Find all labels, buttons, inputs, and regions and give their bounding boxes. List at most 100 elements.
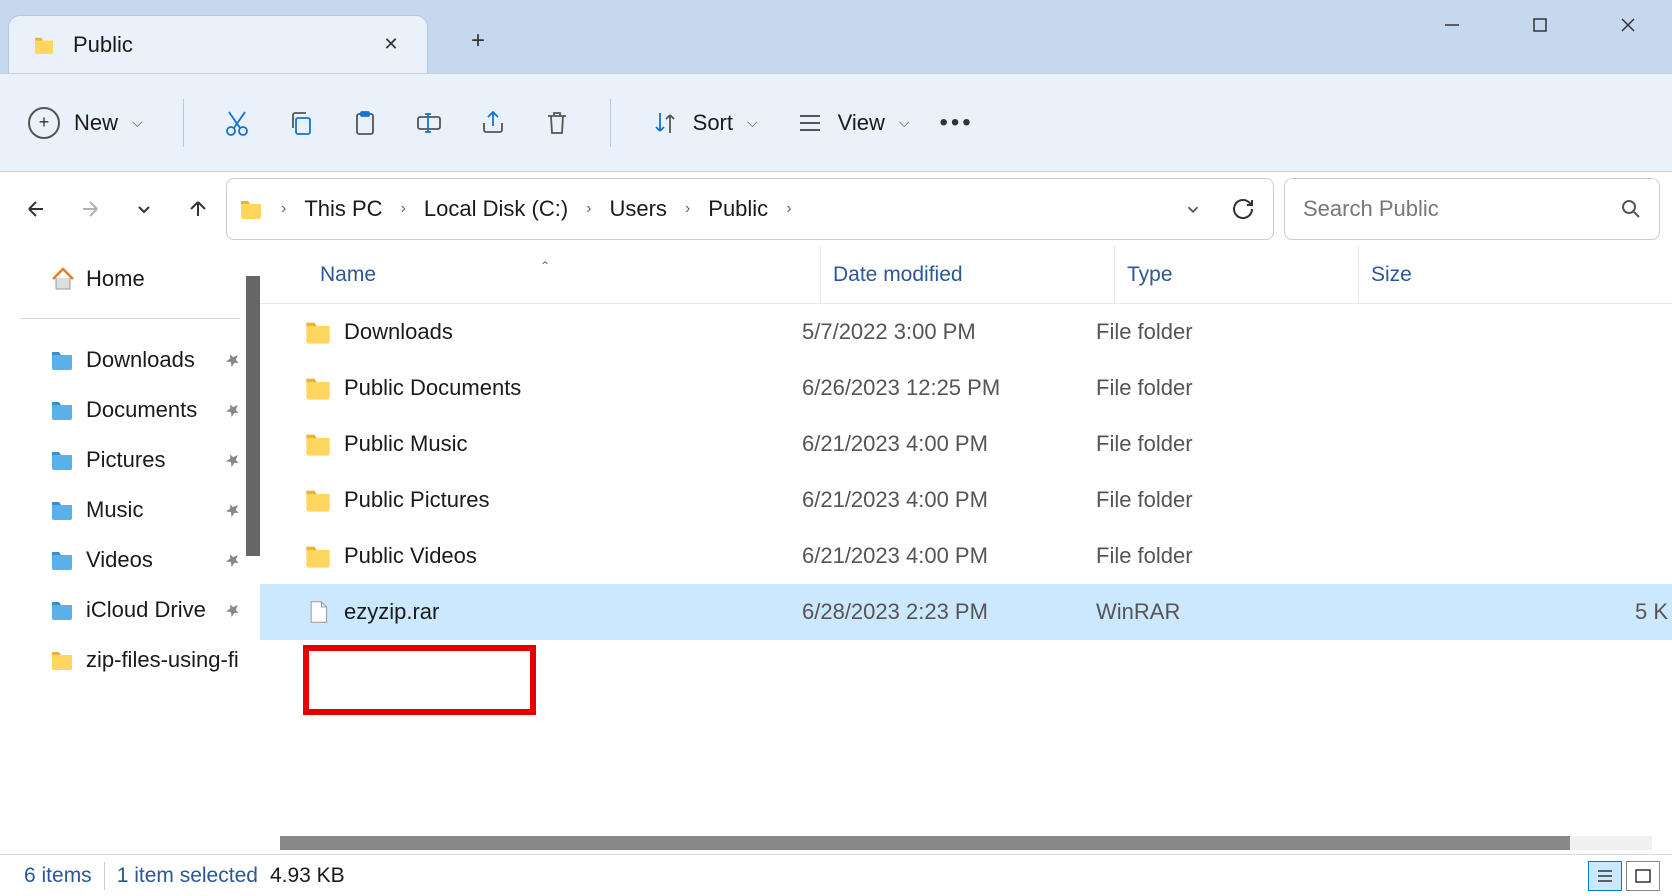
copy-button[interactable] — [272, 99, 330, 147]
file-row[interactable]: Public Videos 6/21/2023 4:00 PM File fol… — [260, 528, 1672, 584]
pin-icon — [220, 447, 245, 472]
share-icon — [479, 109, 507, 137]
close-icon — [1618, 15, 1638, 35]
column-header-name[interactable]: Name ⌃ — [320, 263, 820, 287]
sidebar-item-label: Downloads — [86, 347, 212, 373]
back-button[interactable] — [18, 191, 54, 227]
chevron-right-icon[interactable]: › — [395, 200, 412, 218]
address-bar[interactable]: › This PC › Local Disk (C:) › Users › Pu… — [226, 178, 1274, 240]
sort-button[interactable]: Sort ⌵ — [635, 99, 774, 147]
folder-icon — [50, 400, 74, 420]
arrow-right-icon — [78, 197, 102, 221]
chevron-down-icon: ⌵ — [132, 114, 143, 131]
share-button[interactable] — [464, 99, 522, 147]
forward-button[interactable] — [72, 191, 108, 227]
cell-type: File folder — [1096, 431, 1340, 457]
horizontal-scrollbar[interactable] — [280, 836, 1652, 850]
search-bar[interactable] — [1284, 178, 1660, 240]
file-row[interactable]: Public Pictures 6/21/2023 4:00 PM File f… — [260, 472, 1672, 528]
sidebar-scrollbar[interactable] — [246, 276, 260, 556]
breadcrumb-item[interactable]: This PC — [296, 192, 390, 226]
cut-button[interactable] — [208, 99, 266, 147]
details-view-button[interactable] — [1588, 861, 1622, 891]
cell-name: ezyzip.rar — [300, 599, 802, 625]
toolbar-separator — [610, 99, 611, 147]
delete-button[interactable] — [528, 99, 586, 147]
tab-public[interactable]: Public ✕ — [8, 15, 428, 73]
chevron-right-icon[interactable]: › — [780, 200, 797, 218]
maximize-icon — [1530, 15, 1550, 35]
sidebar-item[interactable]: Music — [0, 485, 260, 535]
view-button[interactable]: View ⌵ — [780, 99, 926, 147]
sidebar-home[interactable]: Home — [0, 256, 260, 302]
pin-icon — [220, 397, 245, 422]
sidebar-item[interactable]: Documents — [0, 385, 260, 435]
chevron-right-icon[interactable]: › — [580, 200, 597, 218]
folder-icon — [239, 199, 263, 219]
cell-type: File folder — [1096, 487, 1340, 513]
folder-icon — [50, 600, 74, 620]
breadcrumb: › This PC › Local Disk (C:) › Users › Pu… — [239, 192, 1169, 226]
file-row[interactable]: Public Music 6/21/2023 4:00 PM File fold… — [260, 416, 1672, 472]
toolbar: + New ⌵ Sort ⌵ View ⌵ ••• — [0, 74, 1672, 172]
thumbnails-view-icon — [1634, 868, 1652, 884]
close-button[interactable] — [1584, 0, 1672, 50]
folder-icon — [50, 500, 74, 520]
chevron-down-icon — [134, 199, 154, 219]
refresh-button[interactable] — [1225, 191, 1261, 227]
address-dropdown[interactable] — [1177, 193, 1209, 225]
minimize-button[interactable] — [1408, 0, 1496, 50]
pin-icon — [220, 497, 245, 522]
breadcrumb-item[interactable]: Users — [601, 192, 674, 226]
rename-button[interactable] — [400, 99, 458, 147]
sidebar-item[interactable]: Pictures — [0, 435, 260, 485]
file-list: Downloads 5/7/2022 3:00 PM File folder P… — [260, 304, 1672, 836]
chevron-down-icon — [1184, 200, 1202, 218]
sidebar-item[interactable]: Videos — [0, 535, 260, 585]
toolbar-separator — [183, 99, 184, 147]
search-input[interactable] — [1303, 196, 1621, 222]
sidebar-item[interactable]: iCloud Drive — [0, 585, 260, 635]
chevron-down-icon: ⌵ — [747, 114, 758, 131]
sort-indicator-icon: ⌃ — [540, 259, 550, 273]
status-item-count: 6 items — [12, 855, 104, 896]
sidebar-item-label: zip-files-using-fi — [86, 647, 242, 673]
sidebar-home-label: Home — [86, 266, 145, 292]
status-item-size: 4.93 KB — [270, 855, 357, 896]
sidebar-item-label: Music — [86, 497, 212, 523]
new-button[interactable]: + New ⌵ — [24, 99, 159, 147]
tab-close-button[interactable]: ✕ — [375, 29, 407, 61]
up-button[interactable] — [180, 191, 216, 227]
file-row[interactable]: ezyzip.rar 6/28/2023 2:23 PM WinRAR 5 K — [260, 584, 1672, 640]
cell-name: Public Music — [300, 431, 802, 457]
sidebar-item[interactable]: Downloads — [0, 335, 260, 385]
new-tab-button[interactable]: + — [458, 21, 498, 61]
search-icon — [1621, 199, 1641, 219]
column-header-date[interactable]: Date modified — [820, 246, 1114, 303]
folder-icon — [50, 650, 74, 670]
cell-name: Public Videos — [300, 543, 802, 569]
tab-title: Public — [73, 32, 375, 58]
recent-button[interactable] — [126, 191, 162, 227]
breadcrumb-item[interactable]: Public — [700, 192, 776, 226]
maximize-button[interactable] — [1496, 0, 1584, 50]
sidebar-item-label: Videos — [86, 547, 212, 573]
scrollbar-thumb[interactable] — [280, 836, 1570, 850]
chevron-right-icon[interactable]: › — [275, 200, 292, 218]
pin-icon — [220, 547, 245, 572]
more-button[interactable]: ••• — [932, 99, 982, 147]
new-button-label: New — [74, 110, 118, 136]
statusbar: 6 items 1 item selected 4.93 KB — [0, 854, 1672, 896]
column-header-type[interactable]: Type — [1114, 246, 1358, 303]
chevron-right-icon[interactable]: › — [679, 200, 696, 218]
file-row[interactable]: Downloads 5/7/2022 3:00 PM File folder — [260, 304, 1672, 360]
window-controls — [1408, 0, 1672, 50]
sidebar-item[interactable]: zip-files-using-fi — [0, 635, 260, 685]
column-header-size[interactable]: Size — [1358, 246, 1672, 303]
paste-button[interactable] — [336, 99, 394, 147]
breadcrumb-item[interactable]: Local Disk (C:) — [416, 192, 576, 226]
folder-icon — [50, 450, 74, 470]
thumbnails-view-button[interactable] — [1626, 861, 1660, 891]
file-row[interactable]: Public Documents 6/26/2023 12:25 PM File… — [260, 360, 1672, 416]
cell-type: File folder — [1096, 319, 1340, 345]
